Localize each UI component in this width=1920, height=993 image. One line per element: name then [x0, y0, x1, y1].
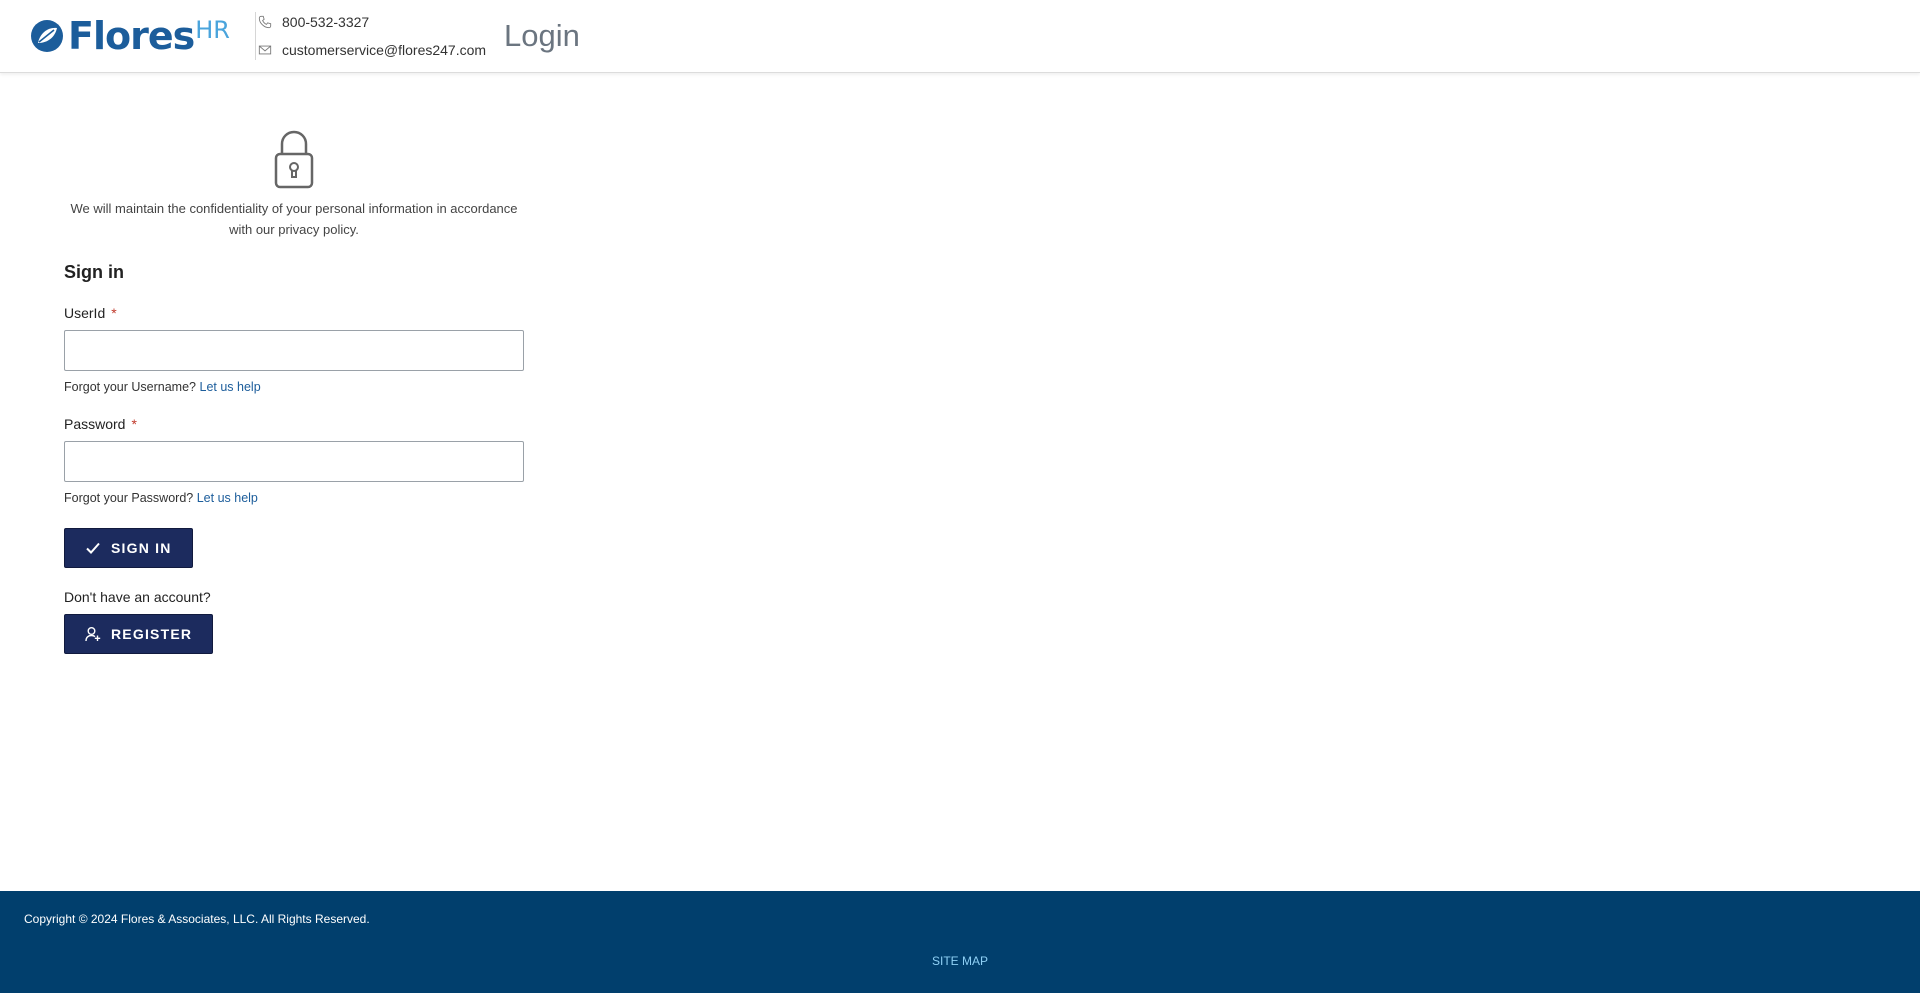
contact-phone[interactable]: 800-532-3327: [258, 12, 369, 32]
password-input[interactable]: [64, 441, 524, 482]
register-button-label: REGISTER: [111, 626, 193, 642]
phone-number: 800-532-3327: [282, 14, 370, 30]
flores-leaf-logo-icon: [31, 20, 63, 52]
site-footer: Copyright © 2024 Flores & Associates, LL…: [0, 891, 1920, 993]
required-mark: *: [131, 416, 137, 432]
mail-icon: [258, 45, 272, 55]
password-label: Password *: [64, 415, 524, 433]
userid-label: UserId *: [64, 304, 524, 322]
logo-name: Flores: [68, 14, 195, 58]
forgot-password-text: Forgot your Password?: [64, 491, 194, 505]
forgot-password: Forgot your Password? Let us help: [64, 490, 524, 506]
signin-button-label: SIGN IN: [111, 540, 172, 556]
privacy-statement: We will maintain the confidentiality of …: [70, 201, 518, 237]
login-panel: We will maintain the confidentiality of …: [64, 130, 524, 654]
checkmark-icon: [86, 542, 100, 554]
logo-suffix: HR: [195, 16, 230, 44]
page-title: Login: [504, 18, 580, 53]
site-header: Flores HR 800-532-3327 customerservice@f…: [0, 0, 1920, 73]
lock-wrap: [64, 130, 524, 190]
password-label-text: Password: [64, 416, 126, 432]
contact-email[interactable]: customerservice@flores247.com: [258, 40, 486, 60]
userid-label-text: UserId: [64, 305, 106, 321]
signin-button[interactable]: SIGN IN: [64, 528, 193, 568]
forgot-password-link[interactable]: Let us help: [197, 491, 258, 505]
phone-icon: [258, 15, 272, 29]
forgot-username-text: Forgot your Username?: [64, 380, 197, 394]
required-mark: *: [111, 305, 117, 321]
no-account-text: Don't have an account?: [64, 589, 211, 605]
header-divider: [255, 12, 256, 60]
sitemap-link[interactable]: SITE MAP: [0, 954, 1920, 968]
signin-heading: Sign in: [64, 262, 124, 282]
register-button[interactable]: REGISTER: [64, 614, 214, 654]
email-address: customerservice@flores247.com: [282, 42, 487, 58]
add-user-icon: [85, 627, 101, 642]
forgot-username: Forgot your Username? Let us help: [64, 379, 524, 395]
forgot-username-link[interactable]: Let us help: [200, 380, 261, 394]
copyright-text: Copyright © 2024 Flores & Associates, LL…: [24, 912, 370, 926]
userid-input[interactable]: [64, 330, 524, 371]
lock-icon: [274, 130, 314, 189]
flores-hr-logo[interactable]: Flores HR: [30, 16, 230, 56]
